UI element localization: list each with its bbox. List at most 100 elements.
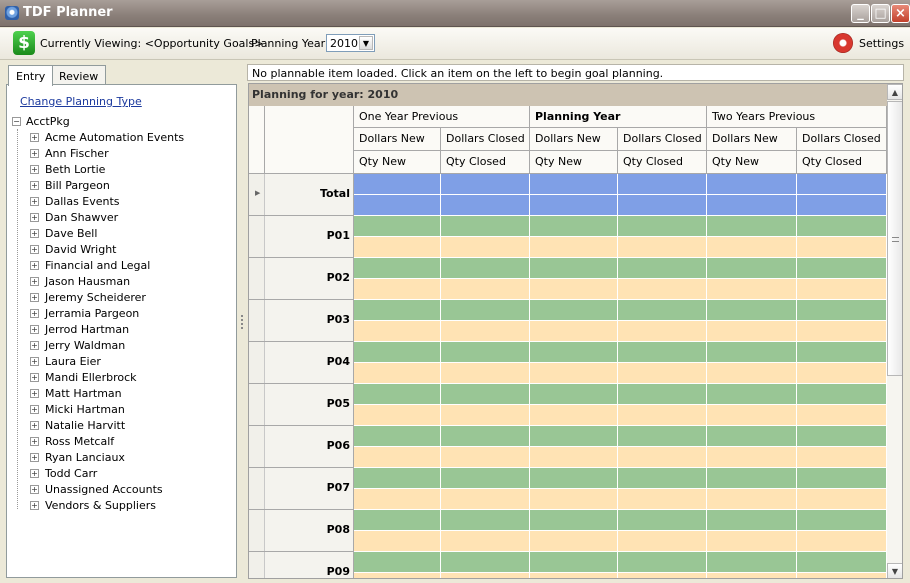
expand-icon[interactable]: + [30, 436, 39, 446]
grid-cell[interactable] [618, 531, 707, 552]
tree-item[interactable]: + Ann Fischer [30, 145, 109, 161]
tree-item[interactable]: + Dan Shawver [30, 209, 118, 225]
grid-cell[interactable] [707, 342, 797, 363]
grid-cell[interactable] [707, 489, 797, 510]
row-header[interactable]: P09 [249, 552, 354, 578]
tab-entry[interactable]: Entry [8, 65, 54, 86]
grid-cell[interactable] [441, 258, 530, 279]
tree-item[interactable]: + Jerramia Pargeon [30, 305, 139, 321]
tree-item[interactable]: + Natalie Harvitt [30, 417, 125, 433]
grid-cell[interactable] [797, 342, 887, 363]
grid-cell[interactable] [530, 237, 618, 258]
row-header[interactable]: P07 [249, 468, 354, 510]
expand-icon[interactable]: + [30, 132, 39, 142]
grid-cell[interactable] [797, 468, 887, 489]
expand-icon[interactable]: + [30, 260, 39, 270]
grid-cell[interactable] [441, 405, 530, 426]
tree-item[interactable]: + Ryan Lanciaux [30, 449, 125, 465]
expand-icon[interactable]: + [30, 148, 39, 158]
tree-item[interactable]: + Matt Hartman [30, 385, 122, 401]
tree-item[interactable]: + Todd Carr [30, 465, 97, 481]
expand-icon[interactable]: + [30, 292, 39, 302]
tree-item[interactable]: + Dave Bell [30, 225, 97, 241]
grid-cell[interactable] [530, 426, 618, 447]
tab-review[interactable]: Review [51, 65, 107, 85]
grid-cell[interactable] [354, 426, 441, 447]
grid-cell[interactable] [441, 363, 530, 384]
grid-cell[interactable] [618, 279, 707, 300]
row-selector[interactable] [249, 384, 265, 425]
grid-cell[interactable] [354, 552, 441, 573]
expand-icon[interactable]: + [30, 308, 39, 318]
grid-cell[interactable] [354, 258, 441, 279]
grid-cell[interactable] [707, 237, 797, 258]
grid-cell[interactable] [441, 426, 530, 447]
row-selector[interactable] [249, 300, 265, 341]
tree-item[interactable]: + Bill Pargeon [30, 177, 110, 193]
grid-cell[interactable] [354, 342, 441, 363]
grid-cell[interactable] [354, 405, 441, 426]
grid-cell[interactable] [354, 237, 441, 258]
tree-item[interactable]: + Acme Automation Events [30, 129, 184, 145]
grid-cell[interactable] [441, 237, 530, 258]
tree-item[interactable]: + Unassigned Accounts [30, 481, 163, 497]
tree-item[interactable]: + Jason Hausman [30, 273, 130, 289]
grid-cell[interactable] [707, 573, 797, 578]
grid-cell[interactable] [530, 552, 618, 573]
grid-cell[interactable] [618, 552, 707, 573]
expand-icon[interactable]: + [30, 484, 39, 494]
expand-icon[interactable]: + [30, 500, 39, 510]
row-header[interactable]: P06 [249, 426, 354, 468]
expand-icon[interactable]: + [30, 324, 39, 334]
row-selector[interactable] [249, 342, 265, 383]
grid-cell[interactable] [530, 279, 618, 300]
grid-cell[interactable] [797, 531, 887, 552]
grid-cell[interactable] [354, 468, 441, 489]
grid-cell[interactable] [618, 321, 707, 342]
expand-icon[interactable]: + [30, 404, 39, 414]
minimize-button[interactable]: _ [851, 4, 870, 23]
row-header[interactable]: P02 [249, 258, 354, 300]
tree-item[interactable]: + Beth Lortie [30, 161, 105, 177]
maximize-button[interactable]: □ [871, 4, 890, 23]
grid-cell[interactable] [530, 300, 618, 321]
grid-cell[interactable] [797, 195, 887, 216]
expand-icon[interactable]: + [30, 196, 39, 206]
expand-icon[interactable]: + [30, 228, 39, 238]
grid-cell[interactable] [707, 531, 797, 552]
grid-cell[interactable] [707, 279, 797, 300]
grid-cell[interactable] [530, 510, 618, 531]
grid-cell[interactable] [797, 447, 887, 468]
tree-root[interactable]: − AcctPkg [12, 113, 70, 129]
grid-cell[interactable] [441, 321, 530, 342]
grid-cell[interactable] [797, 174, 887, 195]
grid-cell[interactable] [530, 573, 618, 578]
grid-cell[interactable] [707, 447, 797, 468]
grid-cell[interactable] [354, 510, 441, 531]
row-header[interactable]: P08 [249, 510, 354, 552]
grid-cell[interactable] [530, 195, 618, 216]
grid-cell[interactable] [530, 342, 618, 363]
grid-cell[interactable] [618, 405, 707, 426]
grid-cell[interactable] [618, 216, 707, 237]
grid-cell[interactable] [530, 216, 618, 237]
grid-cell[interactable] [797, 279, 887, 300]
tree-item[interactable]: + Jeremy Scheiderer [30, 289, 146, 305]
expand-icon[interactable]: + [30, 388, 39, 398]
expand-icon[interactable]: + [30, 356, 39, 366]
close-button[interactable]: × [891, 4, 910, 23]
row-selector[interactable] [249, 426, 265, 467]
grid-cell[interactable] [707, 552, 797, 573]
grid-cell[interactable] [354, 216, 441, 237]
grid-cell[interactable] [618, 174, 707, 195]
grid-cell[interactable] [530, 174, 618, 195]
splitter-handle[interactable] [241, 315, 243, 329]
grid-cell[interactable] [618, 237, 707, 258]
grid-cell[interactable] [707, 216, 797, 237]
grid-cell[interactable] [618, 468, 707, 489]
grid-cell[interactable] [354, 363, 441, 384]
grid-cell[interactable] [354, 573, 441, 578]
row-selector[interactable]: ▶ [249, 174, 265, 215]
grid-cell[interactable] [707, 195, 797, 216]
row-selector[interactable] [249, 552, 265, 578]
